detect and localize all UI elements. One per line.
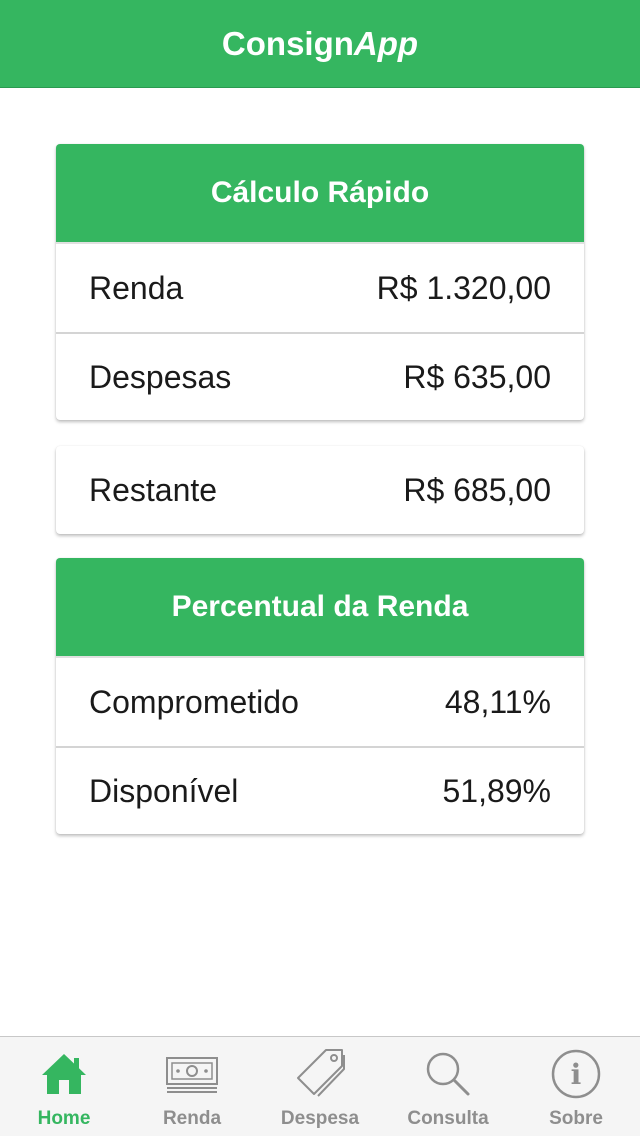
committed-row: Comprometido 48,11%	[56, 658, 584, 746]
available-label: Disponível	[89, 772, 239, 809]
expenses-row: Despesas R$ 635,00	[56, 332, 584, 420]
expenses-value: R$ 635,00	[403, 358, 551, 395]
svg-text:i: i	[571, 1058, 582, 1091]
home-icon	[36, 1046, 92, 1102]
bottom-tab-bar: Home Renda Despesa Consulta i Sobre	[0, 1036, 640, 1136]
app-title: ConsignApp	[221, 24, 419, 62]
income-label: Renda	[89, 269, 184, 306]
quick-calc-card: Cálculo Rápido Renda R$ 1.320,00 Despesa…	[56, 144, 584, 420]
search-icon	[420, 1046, 476, 1102]
tab-home[interactable]: Home	[0, 1037, 128, 1136]
committed-label: Comprometido	[89, 683, 299, 720]
committed-value: 48,11%	[444, 683, 551, 720]
remaining-row: Restante R$ 685,00	[56, 446, 584, 534]
expenses-label: Despesas	[89, 358, 232, 395]
remaining-label: Restante	[89, 471, 218, 508]
banknote-icon	[164, 1046, 220, 1102]
income-percent-card: Percentual da Renda Comprometido 48,11% …	[56, 558, 584, 834]
tab-query[interactable]: Consulta	[384, 1037, 512, 1136]
price-tag-icon	[292, 1046, 348, 1102]
income-row: Renda R$ 1.320,00	[56, 244, 584, 332]
available-value: 51,89%	[442, 772, 551, 809]
tab-query-label: Consulta	[407, 1108, 489, 1129]
tab-about[interactable]: i Sobre	[512, 1037, 640, 1136]
tab-expense[interactable]: Despesa	[256, 1037, 384, 1136]
available-row: Disponível 51,89%	[56, 746, 584, 834]
tab-about-label: Sobre	[549, 1108, 603, 1129]
tab-expense-label: Despesa	[280, 1108, 360, 1129]
tab-income[interactable]: Renda	[128, 1037, 256, 1136]
quick-calc-title: Cálculo Rápido	[56, 144, 584, 244]
income-value: R$ 1.320,00	[376, 269, 551, 306]
info-icon: i	[548, 1046, 604, 1102]
income-percent-title: Percentual da Renda	[56, 558, 584, 658]
remaining-value: R$ 685,00	[403, 471, 551, 508]
app-header: ConsignApp	[0, 0, 640, 88]
tab-income-label: Renda	[162, 1108, 222, 1129]
tab-home-label: Home	[37, 1108, 91, 1129]
remaining-card: Restante R$ 685,00	[56, 446, 584, 534]
